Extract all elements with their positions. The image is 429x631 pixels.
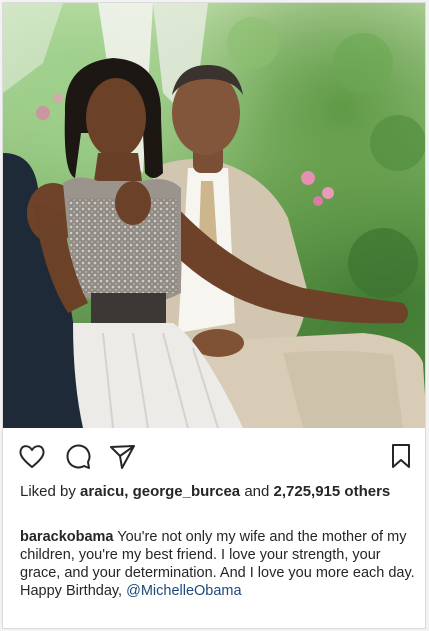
save-button[interactable] (386, 441, 416, 471)
post-caption: barackobama You're not only my wife and … (20, 528, 415, 600)
likes-conjunction: and (244, 483, 270, 500)
share-icon (110, 445, 135, 469)
liker-username-2[interactable]: george_burcea (133, 483, 241, 500)
instagram-post-card: Liked by araicu, george_burcea and 2,725… (2, 2, 426, 629)
liker-username-1[interactable]: araicu (80, 483, 124, 500)
like-button[interactable] (17, 441, 47, 471)
likes-prefix: Liked by (20, 483, 76, 500)
comment-button[interactable] (63, 441, 93, 471)
post-photo[interactable] (3, 3, 425, 428)
comment-icon (66, 444, 91, 469)
post-actions-bar (3, 435, 425, 475)
bookmark-icon (392, 444, 410, 468)
caption-username[interactable]: barackobama (20, 529, 114, 545)
likes-summary: Liked by araicu, george_burcea and 2,725… (20, 483, 391, 500)
post-photo-illustration (3, 3, 425, 428)
likes-count[interactable]: 2,725,915 others (274, 483, 391, 500)
share-button[interactable] (107, 441, 137, 471)
heart-icon (19, 445, 45, 468)
caption-mention-link[interactable]: @MichelleObama (126, 583, 241, 599)
